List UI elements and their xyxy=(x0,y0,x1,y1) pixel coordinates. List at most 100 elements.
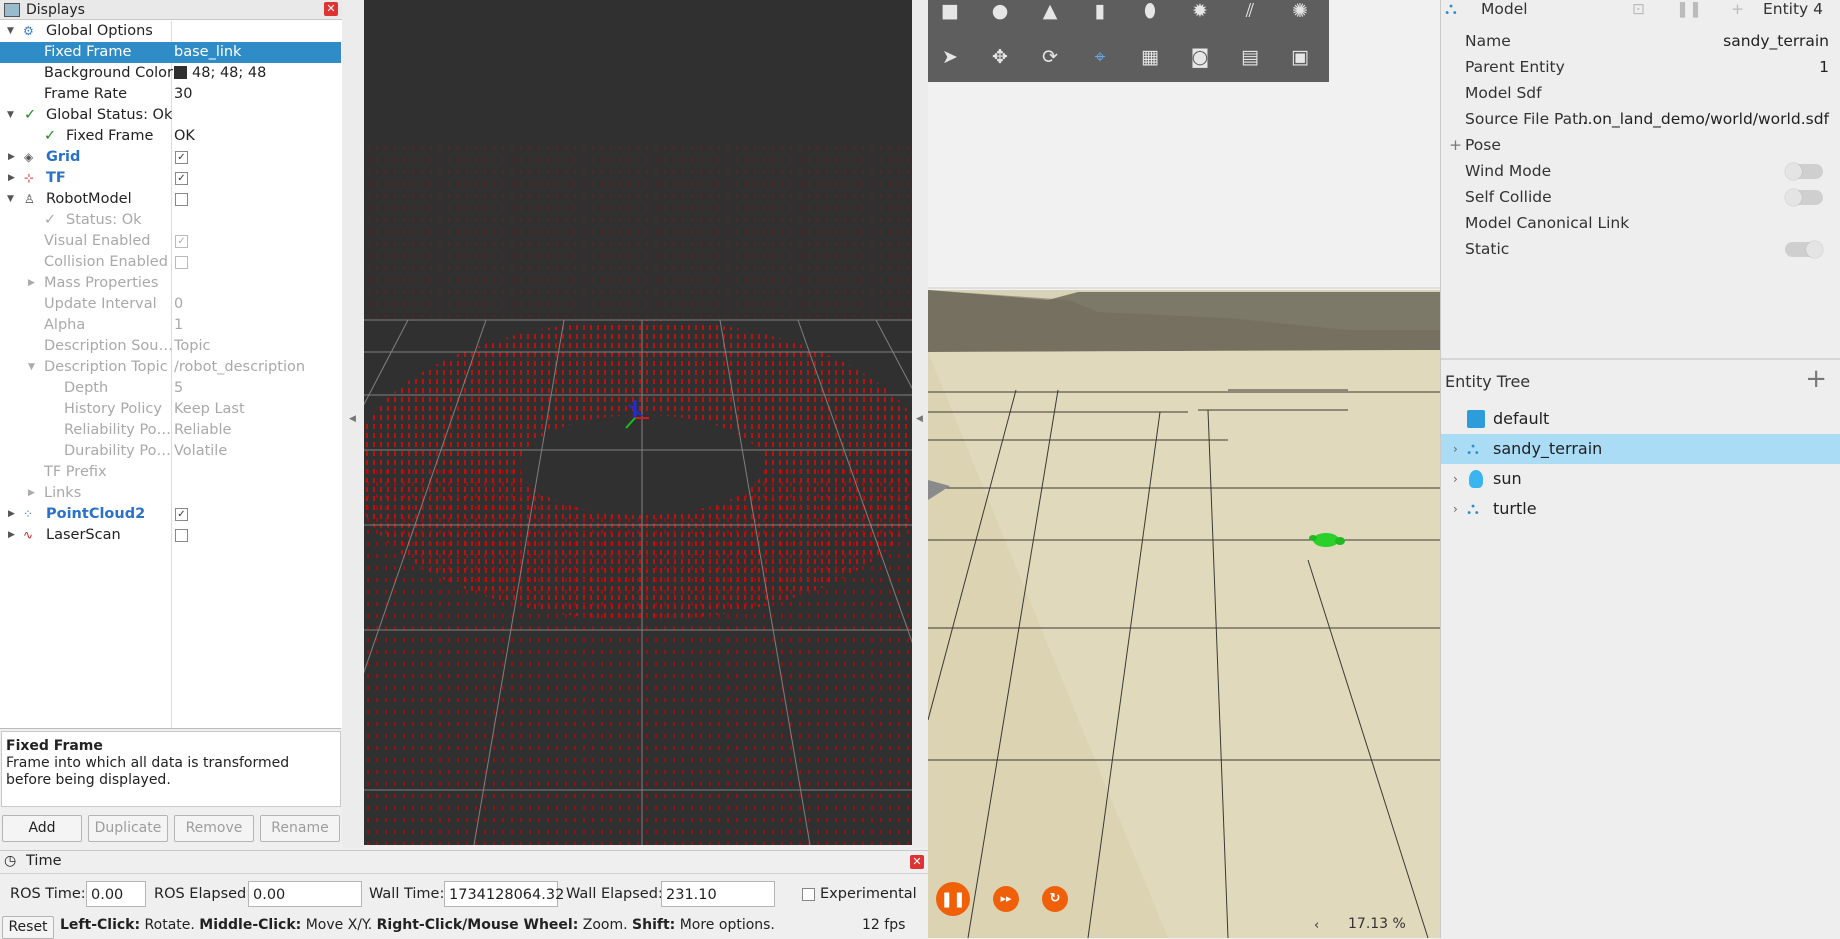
row-value[interactable]: 0 xyxy=(174,294,183,315)
collapse-right-icon[interactable]: ◀ xyxy=(916,414,923,424)
splitter-left[interactable]: ◀ xyxy=(342,0,364,848)
row-value[interactable]: Topic xyxy=(174,336,210,357)
tree-row-history-policy[interactable]: History Policy Keep Last xyxy=(0,399,341,420)
collision-enabled-checkbox[interactable] xyxy=(175,256,188,269)
tree-row-description-topic[interactable]: ▼ Description Topic /robot_description xyxy=(0,357,341,378)
static-toggle[interactable] xyxy=(1785,241,1823,258)
chevron-right-icon[interactable]: ▶ xyxy=(8,168,15,189)
row-value[interactable]: 1 xyxy=(174,315,183,336)
close-icon[interactable]: ✕ xyxy=(910,855,924,869)
tree-row-visual-enabled[interactable]: Visual Enabled ✓ xyxy=(0,231,341,252)
grid-checkbox[interactable]: ✓ xyxy=(175,151,188,164)
experimental-checkbox[interactable] xyxy=(802,888,815,901)
wall-elapsed-field[interactable]: 231.10 xyxy=(661,881,775,907)
rename-button[interactable]: Rename xyxy=(260,815,340,842)
tree-row-mass-properties[interactable]: ▶ Mass Properties xyxy=(0,273,341,294)
tree-row-description-source[interactable]: Description Sou… Topic xyxy=(0,336,341,357)
box-icon[interactable]: ■ xyxy=(938,0,962,22)
rotate-icon[interactable]: ⟳ xyxy=(1038,46,1062,68)
ros-elapsed-field[interactable]: 0.00 xyxy=(248,881,362,907)
lock-icon[interactable]: ⊡ xyxy=(1632,0,1645,22)
reset-button[interactable]: Reset xyxy=(2,916,54,939)
add-entity-icon[interactable]: + xyxy=(1805,364,1827,394)
add-button[interactable]: Add xyxy=(2,815,82,842)
chevron-right-icon[interactable]: ▶ xyxy=(8,525,15,546)
tree-row-robotmodel[interactable]: ▼ ♙ RobotModel xyxy=(0,189,341,210)
tf-checkbox[interactable]: ✓ xyxy=(175,172,188,185)
translate-icon[interactable]: ✥ xyxy=(988,46,1012,68)
entity-item-turtle[interactable]: › ⛬ turtle xyxy=(1441,494,1840,524)
entity-item-sandy-terrain[interactable]: › ⛬ sandy_terrain xyxy=(1441,434,1840,464)
splitter-right[interactable]: ◀ xyxy=(912,0,928,848)
rviz-3d-view[interactable] xyxy=(364,0,912,845)
row-value[interactable]: base_link xyxy=(174,42,241,63)
row-value[interactable]: 5 xyxy=(174,378,183,399)
point-light-icon[interactable]: ✹ xyxy=(1188,0,1212,22)
reset-sim-button[interactable]: ↻ xyxy=(1042,886,1068,912)
chevron-right-icon[interactable]: ▶ xyxy=(8,147,15,168)
remove-button[interactable]: Remove xyxy=(174,815,254,842)
entity-item-sun[interactable]: › sun xyxy=(1441,464,1840,494)
spot-light-icon[interactable]: ✺ xyxy=(1288,0,1312,22)
close-icon[interactable]: ✕ xyxy=(324,2,338,16)
step-button[interactable]: ▸▸ xyxy=(993,886,1019,912)
pause-updates-icon[interactable]: ❚❚ xyxy=(1676,0,1702,22)
collapse-chevron-icon[interactable]: ‹ xyxy=(1314,918,1319,933)
tree-row-durability-policy[interactable]: Durability Po… Volatile xyxy=(0,441,341,462)
panel-divider[interactable] xyxy=(1441,358,1840,360)
chevron-right-icon[interactable]: ▶ xyxy=(28,273,35,294)
expand-plus-icon[interactable]: + xyxy=(1449,132,1462,158)
inspector-row-pose[interactable]: + Pose xyxy=(1441,132,1840,158)
tree-row-fixed-frame-status[interactable]: ✓ Fixed Frame OK xyxy=(0,126,341,147)
visual-enabled-checkbox[interactable]: ✓ xyxy=(175,235,188,248)
chevron-down-icon[interactable]: ▼ xyxy=(7,105,14,126)
tree-row-tf[interactable]: ▶ ⊹ TF ✓ xyxy=(0,168,341,189)
tree-row-reliability-policy[interactable]: Reliability Po… Reliable xyxy=(0,420,341,441)
chevron-down-icon[interactable]: ▼ xyxy=(28,357,35,378)
ros-time-field[interactable]: 0.00 xyxy=(86,881,146,907)
tree-row-background-color[interactable]: Background Color 48; 48; 48 xyxy=(0,63,341,84)
tree-row-fixed-frame[interactable]: Fixed Frame base_link xyxy=(0,42,341,63)
laserscan-checkbox[interactable] xyxy=(175,529,188,542)
chevron-right-icon[interactable]: ▶ xyxy=(28,483,35,504)
row-value[interactable]: Reliable xyxy=(174,420,231,441)
tree-row-grid[interactable]: ▶ ◈ Grid ✓ xyxy=(0,147,341,168)
pointcloud2-checkbox[interactable]: ✓ xyxy=(175,508,188,521)
self-collide-toggle[interactable] xyxy=(1785,189,1823,206)
cone-icon[interactable]: ▲ xyxy=(1038,0,1062,22)
chevron-right-icon[interactable]: › xyxy=(1453,494,1458,524)
directional-light-icon[interactable]: ⫽ xyxy=(1238,0,1262,22)
cylinder-icon[interactable]: ▮ xyxy=(1088,0,1112,22)
chevron-down-icon[interactable]: ▼ xyxy=(7,21,14,42)
tree-row-links[interactable]: ▶ Links xyxy=(0,483,341,504)
wind-mode-toggle[interactable] xyxy=(1785,163,1823,180)
row-value[interactable]: Volatile xyxy=(174,441,227,462)
grid-config-icon[interactable]: ▦ xyxy=(1138,46,1162,68)
tree-row-global-status[interactable]: ▼ ✓ Global Status: Ok xyxy=(0,105,341,126)
tree-row-collision-enabled[interactable]: Collision Enabled xyxy=(0,252,341,273)
copy-icon[interactable]: ▤ xyxy=(1238,46,1262,68)
inspector-row-model-sdf[interactable]: Model Sdf xyxy=(1441,80,1840,106)
tree-row-status[interactable]: ✓ Status: Ok xyxy=(0,210,341,231)
tree-row-tf-prefix[interactable]: TF Prefix xyxy=(0,462,341,483)
row-value[interactable]: /robot_description xyxy=(174,357,305,378)
row-value[interactable]: 48; 48; 48 xyxy=(174,63,266,84)
select-icon[interactable]: ➤ xyxy=(938,46,962,68)
transform-control-icon[interactable]: ⌖ xyxy=(1088,46,1112,68)
tree-row-update-interval[interactable]: Update Interval 0 xyxy=(0,294,341,315)
tree-row-frame-rate[interactable]: Frame Rate 30 xyxy=(0,84,341,105)
screenshot-icon[interactable]: ◙ xyxy=(1188,46,1212,68)
gazebo-3d-view[interactable]: ❚❚ ▸▸ ↻ ‹ 17.13 % xyxy=(928,0,1440,938)
tree-row-depth[interactable]: Depth 5 xyxy=(0,378,341,399)
tree-row-global-options[interactable]: ▼ ⚙ Global Options xyxy=(0,21,341,42)
chevron-right-icon[interactable]: › xyxy=(1453,434,1458,464)
chevron-right-icon[interactable]: ▶ xyxy=(8,504,15,525)
sphere-icon[interactable]: ● xyxy=(988,0,1012,22)
chevron-right-icon[interactable]: › xyxy=(1453,464,1458,494)
wall-time-field[interactable]: 1734128064.32 xyxy=(444,881,564,907)
tree-row-laserscan[interactable]: ▶ ∿ LaserScan xyxy=(0,525,341,546)
add-component-icon[interactable]: + xyxy=(1731,0,1744,22)
entity-item-default[interactable]: default xyxy=(1441,404,1840,434)
row-value[interactable]: 30 xyxy=(174,84,192,105)
tree-row-alpha[interactable]: Alpha 1 xyxy=(0,315,341,336)
